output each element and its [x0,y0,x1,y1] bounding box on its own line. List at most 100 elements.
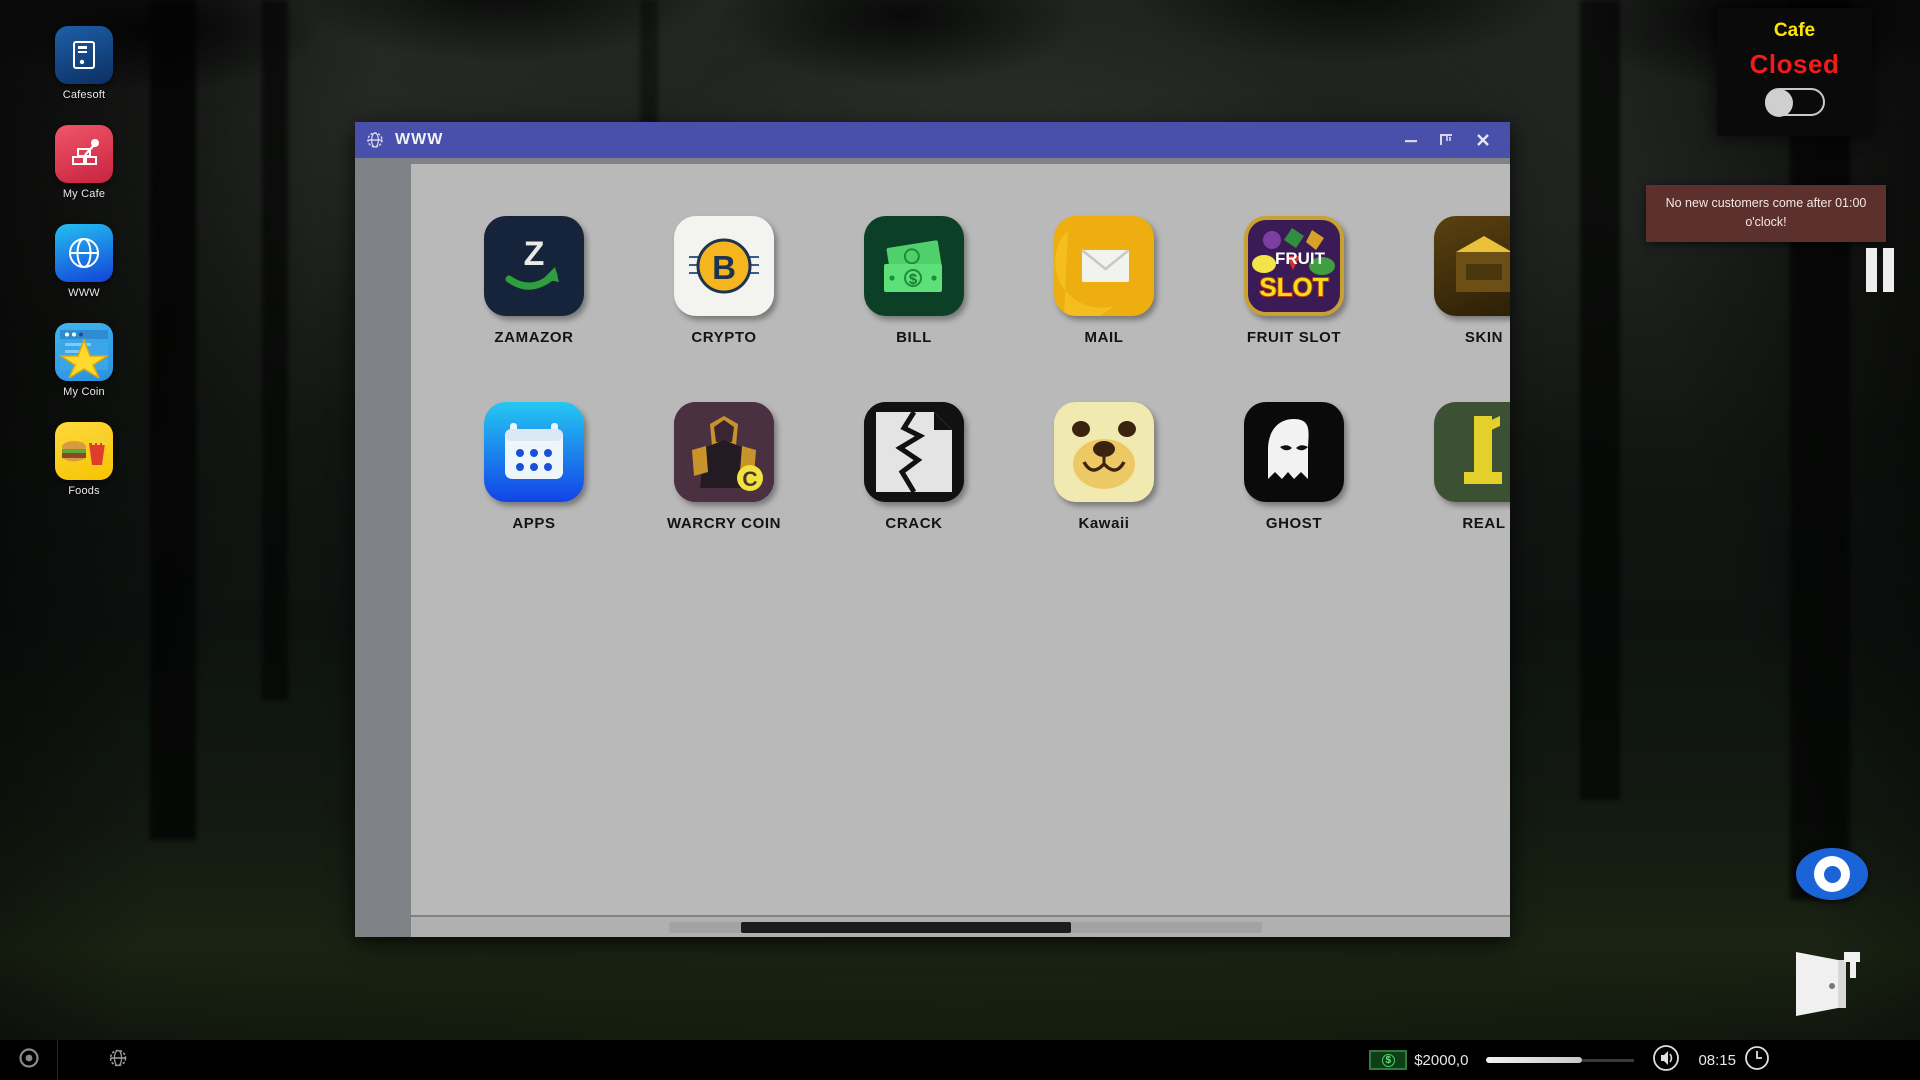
app-label: WARCRY COIN [666,515,782,532]
desktop-icon-label: Foods [68,485,100,497]
pc-tower-icon [55,26,113,84]
app-real[interactable]: REAL [1389,402,1510,532]
app-label: CRYPTO [691,329,757,346]
app-label: CRACK [885,515,943,532]
customer-hours-tooltip: No new customers come after 01:00 o'cloc… [1646,185,1886,242]
app-label: SKIN [1464,329,1504,346]
taskbar: $ $2000,0 08:15 [0,1040,1920,1080]
close-button[interactable] [1474,131,1492,149]
app-label: FRUIT SLOT [1246,329,1342,346]
app-skin[interactable]: SKIN [1389,216,1510,346]
desktop-icon-my-coin[interactable]: My Coin [34,323,134,398]
bear-face-icon [1054,402,1154,502]
pause-bar [1866,248,1877,292]
desktop-icon-label: My Cafe [62,188,106,200]
cafe-status-panel: Cafe Closed [1717,8,1872,136]
volume-slider[interactable] [1486,1057,1635,1063]
maximize-button[interactable] [1438,131,1456,149]
desktop-icon-label: My Coin [63,386,105,398]
app-label: MAIL [1084,329,1124,346]
ghost-icon [1244,402,1344,502]
eye-pupil [1823,865,1841,883]
speaker-icon[interactable] [1652,1044,1680,1077]
desktop-icon-foods[interactable]: Foods [34,422,134,497]
cracked-page-icon [864,402,964,502]
app-grid: Z ZAMAZOR B CRYPTO $ BILL MAIL FRUIT SLO… [411,216,1510,532]
svg-text:C: C [742,468,757,491]
scrollbar-thumb[interactable] [741,922,1071,933]
zamazor-z-arrow-icon: Z [484,216,584,316]
horizontal-scrollbar[interactable] [411,917,1510,937]
globe-icon [55,224,113,282]
desktop-icon-label: WWW [68,287,100,299]
desktop-icon-www[interactable]: WWW [34,224,134,299]
app-label: Kawaii [1078,515,1130,532]
pause-bar [1883,248,1894,292]
cafe-open-toggle[interactable] [1764,88,1825,117]
tree-trunk [262,0,288,700]
money-indicator: $ $2000,0 [1369,1050,1468,1070]
window-titlebar[interactable]: WWW [355,122,1510,158]
gold-statue-icon [1434,402,1510,502]
svg-text:SLOT: SLOT [1259,272,1328,302]
app-label: ZAMAZOR [494,329,574,346]
svg-text:B: B [712,249,736,286]
window-left-gutter [355,158,411,937]
window-title: WWW [395,131,444,148]
app-page: Z ZAMAZOR B CRYPTO $ BILL MAIL FRUIT SLO… [411,164,1510,915]
app-zamazor[interactable]: Z ZAMAZOR [439,216,629,346]
globe-icon [108,1048,128,1073]
burger-fries-icon [55,422,113,480]
app-mail[interactable]: MAIL [1009,216,1199,346]
envelope-icon [1054,216,1154,316]
minimize-button[interactable] [1402,131,1420,149]
cafe-title: Cafe [1773,20,1816,41]
money-value: $2000,0 [1414,1051,1469,1069]
globe-icon [365,130,385,150]
app-kawaii[interactable]: Kawaii [1009,402,1199,532]
window-body: Z ZAMAZOR B CRYPTO $ BILL MAIL FRUIT SLO… [355,158,1510,937]
tree-trunk [1580,0,1620,800]
dollar-sign: $ [1381,1053,1395,1067]
toggle-knob [1764,89,1793,117]
app-crypto[interactable]: B CRYPTO [629,216,819,346]
desktop-icon-list: Cafesoft My Cafe WWW My Coin Foods [34,26,134,521]
clock-icon [1744,1045,1770,1076]
svg-text:$: $ [909,271,918,288]
money-bill-icon: $ [1369,1050,1408,1070]
window-controls [1402,131,1504,149]
pause-button[interactable] [1866,248,1894,292]
app-warcry-coin[interactable]: C WARCRY COIN [629,402,819,532]
volume-track [1582,1058,1635,1062]
app-label: BILL [896,329,932,346]
app-crack[interactable]: CRACK [819,402,1009,532]
app-bill[interactable]: $ BILL [819,216,1009,346]
cafe-open-state: Closed [1749,49,1840,79]
desktop-icon-label: Cafesoft [62,89,106,101]
fruit-slot-machine-icon: FRUIT SLOT [1244,216,1344,316]
dollar-bills-icon: $ [864,216,964,316]
app-fruit-slot[interactable]: FRUIT SLOT FRUIT SLOT [1199,216,1389,346]
warrior-coin-icon: C [674,402,774,502]
power-start-icon [18,1047,40,1074]
calendar-apps-icon [484,402,584,502]
app-label: REAL [1462,515,1506,532]
volume-fill [1486,1057,1583,1063]
desktop-icon-my-cafe[interactable]: My Cafe [34,125,134,200]
www-window[interactable]: WWW Z ZAMAZOR B CRYPTO $ BILL MAIL FRUIT… [355,122,1510,937]
taskbar-item-www[interactable] [58,1040,178,1080]
app-apps[interactable]: APPS [439,402,629,532]
taskbar-start-button[interactable] [0,1040,58,1080]
app-label: APPS [512,515,556,532]
desktop-icon-cafesoft[interactable]: Cafesoft [34,26,134,101]
app-ghost[interactable]: GHOST [1199,402,1389,532]
svg-text:FRUIT: FRUIT [1275,249,1326,268]
exit-door-button[interactable] [1788,946,1868,1018]
taskbar-right-tray: $ $2000,0 08:15 [1369,1044,1920,1077]
bitcoin-coin-icon: B [674,216,774,316]
eye-icon [1814,856,1850,892]
tree-trunk [150,0,196,840]
view-toggle-button[interactable] [1796,848,1868,900]
star-window-icon [55,323,113,381]
app-label: GHOST [1265,515,1323,532]
